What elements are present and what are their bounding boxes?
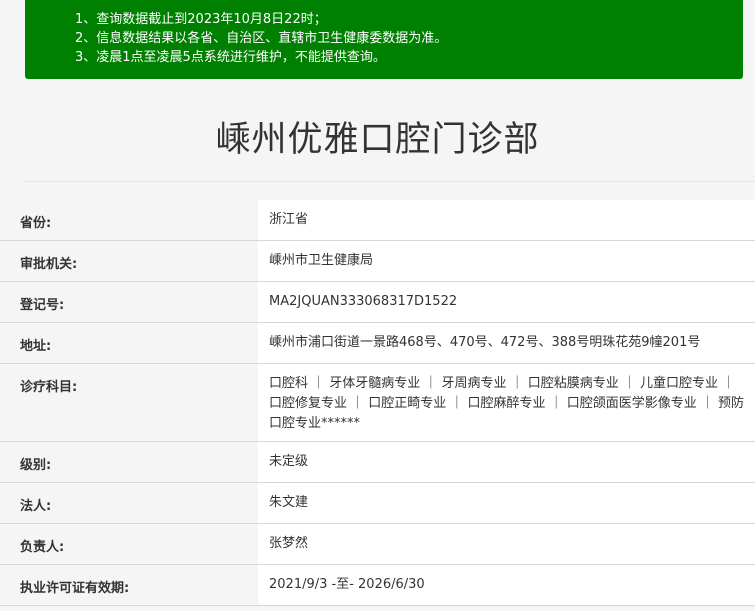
title-divider	[22, 181, 755, 182]
license-validity-label: 执业许可证有效期:	[20, 581, 130, 596]
approval-authority-value: 嵊州市卫生健康局	[258, 241, 755, 281]
services-label: 诊疗科目:	[20, 380, 78, 395]
address-value: 嵊州市浦口街道一景路468号、470号、472号、388号明珠花苑9幢201号	[258, 323, 755, 363]
row-address: 地址: 嵊州市浦口街道一景路468号、470号、472号、388号明珠花苑9幢2…	[0, 323, 755, 364]
row-license-validity: 执业许可证有效期: 2021/9/3 -至- 2026/6/30	[0, 565, 755, 606]
registration-number-value: MA2JQUAN333068317D1522	[258, 282, 755, 322]
person-in-charge-value: 张梦然	[258, 524, 755, 564]
registration-number-label: 登记号:	[20, 298, 65, 313]
legal-person-value: 朱文建	[258, 483, 755, 523]
row-services: 诊疗科目: 口腔科 ｜ 牙体牙髓病专业 ｜ 牙周病专业 ｜ 口腔粘膜病专业 ｜ …	[0, 364, 755, 442]
row-legal-person: 法人: 朱文建	[0, 483, 755, 524]
notice-line-1: 1、查询数据截止到2023年10月8日22时；	[75, 12, 327, 27]
person-in-charge-label: 负责人:	[20, 540, 65, 555]
level-label: 级别:	[20, 458, 52, 473]
row-registration-number: 登记号: MA2JQUAN333068317D1522	[0, 282, 755, 323]
approval-authority-label: 审批机关:	[20, 257, 78, 272]
details-table: 省份: 浙江省 审批机关: 嵊州市卫生健康局 登记号: MA2JQUAN3330…	[0, 200, 755, 606]
legal-person-label: 法人:	[20, 499, 52, 514]
page-title: 嵊州优雅口腔门诊部	[215, 120, 540, 160]
row-person-in-charge: 负责人: 张梦然	[0, 524, 755, 565]
license-validity-value: 2021/9/3 -至- 2026/6/30	[258, 565, 755, 605]
services-value: 口腔科 ｜ 牙体牙髓病专业 ｜ 牙周病专业 ｜ 口腔粘膜病专业 ｜ 儿童口腔专业…	[258, 364, 755, 441]
row-level: 级别: 未定级	[0, 442, 755, 483]
province-value: 浙江省	[258, 200, 755, 240]
level-value: 未定级	[258, 442, 755, 482]
row-province: 省份: 浙江省	[0, 200, 755, 241]
notice-banner: 1、查询数据截止到2023年10月8日22时； 2、信息数据结果以各省、自治区、…	[25, 0, 743, 79]
notice-line-3: 3、凌晨1点至凌晨5点系统进行维护，不能提供查询。	[75, 50, 386, 65]
notice-line-2: 2、信息数据结果以各省、自治区、直辖市卫生健康委数据为准。	[75, 31, 448, 46]
address-label: 地址:	[20, 339, 52, 354]
row-approval-authority: 审批机关: 嵊州市卫生健康局	[0, 241, 755, 282]
province-label: 省份:	[20, 216, 52, 231]
